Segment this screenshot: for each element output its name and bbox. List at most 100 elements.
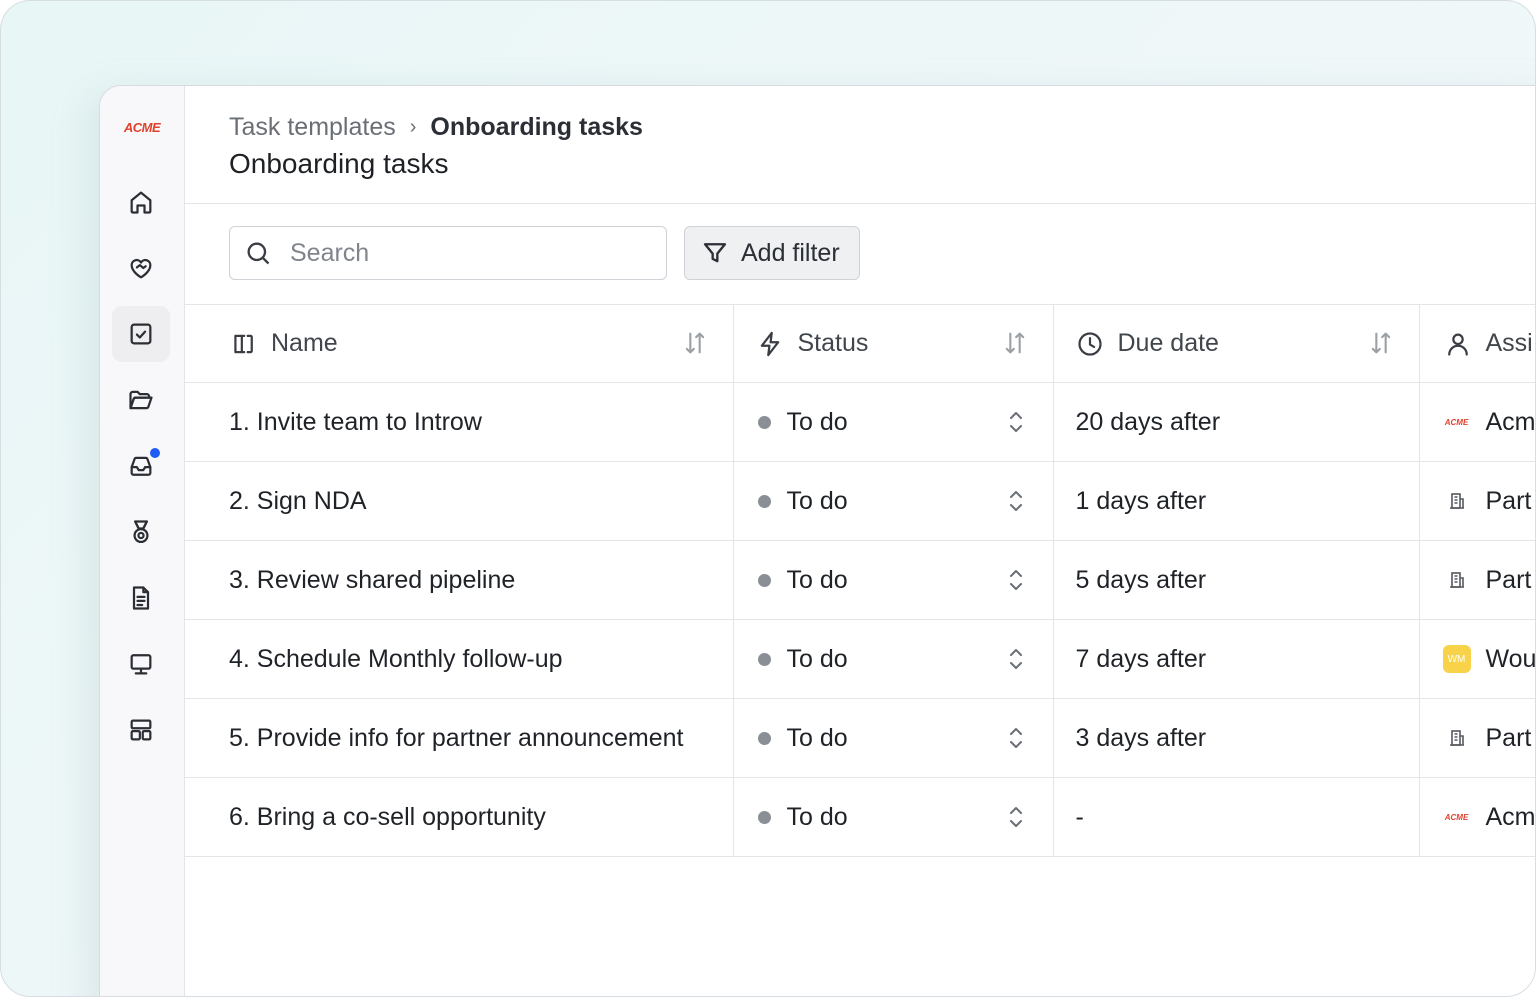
filter-icon [703,243,727,263]
add-filter-label: Add filter [741,238,840,267]
assignee-name: Acm [1485,407,1536,436]
assignee-cell[interactable]: ACME Acm [1420,778,1536,856]
status-select[interactable]: To do [734,699,1053,777]
due-date-value[interactable]: 5 days after [1054,566,1419,595]
page-header: Task templates › Onboarding tasks Onboar… [185,86,1535,204]
acme-logo-icon: ACME [1444,417,1469,427]
sidebar-item-templates[interactable] [112,702,170,758]
chevron-up-down-icon [1009,807,1022,827]
assignee-cell[interactable]: Part [1420,541,1536,619]
chevron-up-down-icon [1009,570,1022,590]
status-value: To do [786,407,848,436]
sort-icon[interactable] [1001,329,1029,357]
toolbar: Add filter [185,204,1535,305]
sidebar-item-partners[interactable] [112,240,170,296]
due-date-value[interactable]: 3 days after [1054,724,1419,753]
acme-logo-icon: ACME [1444,812,1469,822]
task-name[interactable]: 6. Bring a co-sell opportunity [185,803,733,832]
table-row[interactable]: 2. Sign NDA To do 1 days after Part [185,461,1536,541]
chevron-up-down-icon [1009,649,1022,669]
status-select[interactable]: To do [734,541,1053,619]
checkbox-icon [130,323,152,345]
user-icon [1447,333,1468,356]
text-cursor-icon [234,334,253,353]
status-select[interactable]: To do [734,620,1053,698]
layout-icon [130,719,152,741]
folder-open-icon [129,390,153,410]
sidebar-item-tasks[interactable] [112,306,170,362]
table-row[interactable]: 4. Schedule Monthly follow-up To do 7 da… [185,619,1536,699]
assignee-cell[interactable]: WM Wou [1420,620,1536,698]
status-select[interactable]: To do [734,462,1053,540]
clock-icon [1077,331,1102,356]
sort-icon[interactable] [1367,329,1395,357]
page-title: Onboarding tasks [229,148,449,179]
status-dot [757,810,771,824]
due-date-value[interactable]: 20 days after [1054,408,1419,437]
assignee-name: Acm [1485,802,1536,831]
column-header-name[interactable]: Name [185,305,734,383]
due-date-value[interactable]: 7 days after [1054,645,1419,674]
search-input[interactable] [288,237,652,269]
status-value: To do [786,565,848,594]
assignee-name: Part [1485,723,1532,752]
search-box[interactable] [229,226,667,280]
task-name[interactable]: 2. Sign NDA [185,487,733,516]
assignee-name: Wou [1485,644,1536,673]
handshake-heart-icon [130,258,152,279]
home-icon [130,191,152,214]
breadcrumb-parent-link[interactable]: Task templates [229,113,396,142]
building-icon [1442,486,1472,516]
notification-dot [149,447,161,459]
task-name[interactable]: 4. Schedule Monthly follow-up [185,645,733,674]
sidebar-item-home[interactable] [112,174,170,230]
search-icon [247,242,270,265]
table-row[interactable]: 6. Bring a co-sell opportunity To do - A… [185,777,1536,857]
status-value: To do [786,644,848,673]
sort-icon[interactable] [681,329,709,357]
breadcrumb: Task templates › Onboarding tasks [229,113,643,142]
sidebar-item-rewards[interactable] [112,504,170,560]
task-name[interactable]: 5. Provide info for partner announcement [185,724,733,753]
building-icon [1442,723,1472,753]
due-date-value[interactable]: 1 days after [1054,487,1419,516]
assignee-cell[interactable]: ACME Acm [1420,383,1536,461]
due-date-value[interactable]: - [1054,803,1419,832]
assignee-cell[interactable]: Part [1420,699,1536,777]
status-dot [757,415,771,429]
add-filter-button[interactable]: Add filter [684,226,860,280]
column-header-status[interactable]: Status [733,305,1054,383]
acme-logo[interactable]: ACME [122,120,162,138]
column-header-assignee[interactable]: Assi [1419,305,1535,383]
table-row[interactable]: 3. Review shared pipeline To do 5 days a… [185,540,1536,620]
main-content: Task templates › Onboarding tasks Onboar… [185,86,1536,996]
table-header-row: Name Status Due date Assi [185,305,1535,383]
monitor-icon [130,654,152,675]
sidebar-item-inbox[interactable] [112,438,170,494]
status-dot [757,652,771,666]
column-label-due-date: Due date [1117,329,1219,357]
building-icon [1442,565,1472,595]
assignee-cell[interactable]: Part [1420,462,1536,540]
table-row[interactable]: 1. Invite team to Introw To do 20 days a… [185,382,1536,462]
table-row[interactable]: 5. Provide info for partner announcement… [185,698,1536,778]
assignee-name: Part [1485,565,1532,594]
breadcrumb-separator: › [409,116,417,138]
lightning-icon [760,331,779,356]
task-name[interactable]: 1. Invite team to Introw [185,408,733,437]
column-header-due-date[interactable]: Due date [1053,305,1420,383]
column-label-status: Status [797,329,869,357]
assignee-name: Part [1485,486,1532,515]
medal-icon [133,520,149,544]
sidebar-item-documents[interactable] [112,570,170,626]
status-value: To do [786,486,848,515]
status-select[interactable]: To do [734,383,1053,461]
sidebar-item-resources[interactable] [112,636,170,692]
breadcrumb-current: Onboarding tasks [430,113,643,141]
screenshot-frame: ACME Task templates › Onboarding tasks O… [0,0,1536,997]
status-select[interactable]: To do [734,778,1053,856]
chevron-up-down-icon [1009,412,1022,432]
app-window: ACME Task templates › Onboarding tasks O… [99,85,1536,996]
sidebar-item-files[interactable] [112,372,170,428]
task-name[interactable]: 3. Review shared pipeline [185,566,733,595]
